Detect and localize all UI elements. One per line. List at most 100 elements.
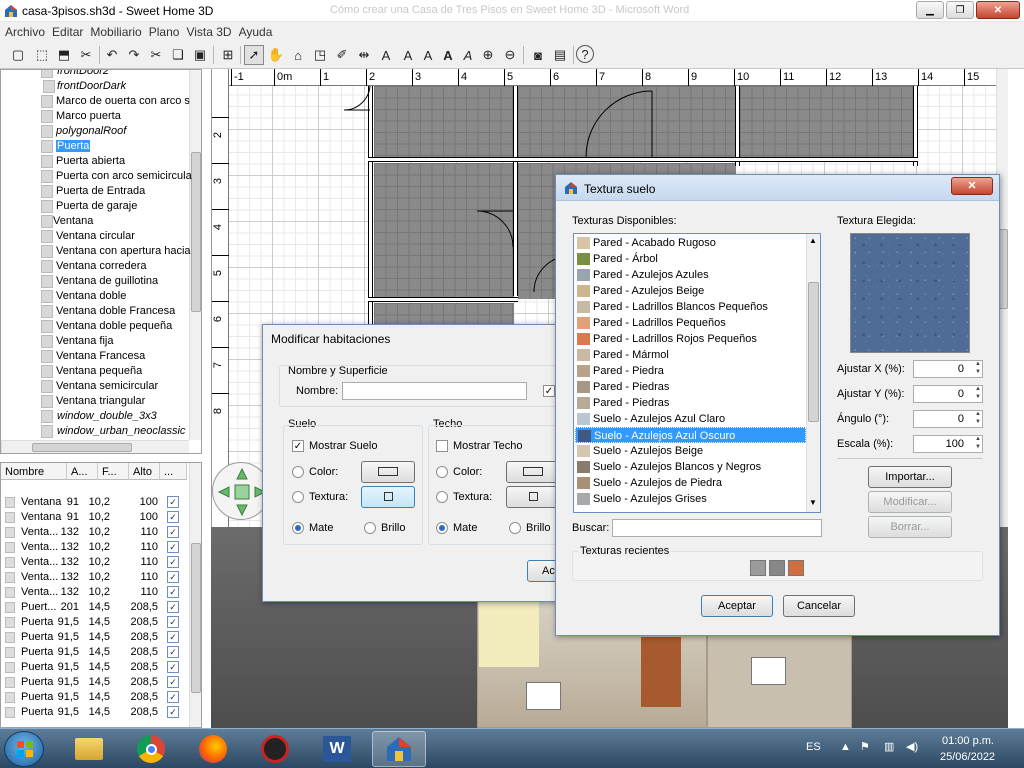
visible-checkbox[interactable]: ✓ (167, 601, 179, 613)
ceiling-texture-button[interactable] (506, 486, 560, 508)
ceiling-texture-radio[interactable] (436, 491, 448, 503)
recent-texture-swatch[interactable] (769, 560, 785, 576)
scale-spinner[interactable]: 100 (913, 435, 983, 453)
recent-texture-swatch[interactable] (788, 560, 804, 576)
texture-dialog-close-button[interactable]: ✕ (951, 177, 993, 195)
col-header-visible[interactable]: ... (160, 463, 187, 480)
catalog-item[interactable]: Ventana semicircular (1, 379, 191, 394)
cut-icon[interactable]: ✂ (76, 45, 96, 65)
table-row[interactable]: Ventana 91 10,2 100 ✓ (1, 510, 187, 525)
catalog-item[interactable]: Ventana corredera (1, 259, 191, 274)
wall[interactable] (735, 86, 740, 166)
scroll-up-icon[interactable]: ▲ (809, 236, 817, 245)
menu-ayuda[interactable]: Ayuda (236, 22, 277, 41)
new-home-icon[interactable]: ▢ (8, 45, 28, 65)
catalog-item[interactable]: Ventana doble Francesa (1, 304, 191, 319)
create-dimensions-icon[interactable]: ⇹ (354, 45, 374, 65)
texture-list-item[interactable]: Suelo - Azulejos Beige (575, 443, 806, 459)
room-name-input[interactable] (342, 382, 527, 400)
catalog-item[interactable]: Puerta de Entrada (1, 184, 191, 199)
area-visible-checkbox[interactable]: ✓ (543, 385, 555, 397)
add-text-icon[interactable]: A (376, 45, 396, 65)
paste-icon[interactable]: ▣ (190, 45, 210, 65)
network-icon[interactable]: ▥ (884, 740, 894, 753)
import-texture-button[interactable]: Importar... (868, 466, 952, 488)
texture-list-item[interactable]: Pared - Mármol (575, 347, 806, 363)
angle-spinner[interactable]: 0 (913, 410, 983, 428)
catalog-item[interactable]: window_double_3x3 (1, 409, 191, 424)
ceiling-color-radio[interactable] (436, 466, 448, 478)
visible-checkbox[interactable]: ✓ (167, 706, 179, 718)
texture-list-item[interactable]: Pared - Piedras (575, 379, 806, 395)
help-icon[interactable]: ? (576, 45, 594, 63)
catalog-item[interactable]: Marco puerta (1, 109, 191, 124)
visible-checkbox[interactable]: ✓ (167, 691, 179, 703)
table-row[interactable]: Puerta 91,5 14,5 208,5 ✓ (1, 690, 187, 705)
ceiling-matte-radio[interactable] (436, 522, 448, 534)
add-furniture-icon[interactable]: ⊞ (218, 45, 238, 65)
texture-list-item[interactable]: Pared - Ladrillos Blancos Pequeños (575, 299, 806, 315)
table-row[interactable]: Puert... 201 14,5 208,5 ✓ (1, 600, 187, 615)
wall[interactable] (513, 86, 518, 296)
create-video-icon[interactable]: ▤ (550, 45, 570, 65)
pan-mode-icon[interactable]: ✋ (266, 45, 286, 65)
table-row[interactable]: Puerta 91,5 14,5 208,5 ✓ (1, 705, 187, 720)
visible-checkbox[interactable]: ✓ (167, 526, 179, 538)
door-symbol[interactable] (342, 86, 374, 112)
menu-archivo[interactable]: Archivo (2, 22, 49, 41)
texture-list-item[interactable]: Pared - Piedra (575, 363, 806, 379)
ceiling-color-button[interactable] (506, 461, 560, 483)
table-row[interactable]: Venta... 132 10,2 110 ✓ (1, 585, 187, 600)
table-row[interactable]: Puerta 91,5 14,5 208,5 ✓ (1, 675, 187, 690)
room[interactable] (374, 86, 514, 158)
file-explorer-icon[interactable] (62, 731, 116, 767)
italic-text-icon[interactable]: A (458, 45, 478, 65)
visible-checkbox[interactable]: ✓ (167, 676, 179, 688)
create-polylines-icon[interactable]: ✐ (332, 45, 352, 65)
wall[interactable] (368, 297, 518, 302)
catalog-item[interactable]: window_urban_neoclassic (1, 424, 191, 439)
catalog-item[interactable]: Ventana doble (1, 289, 191, 304)
visible-checkbox[interactable]: ✓ (167, 556, 179, 568)
wall[interactable] (913, 86, 918, 166)
maximize-button[interactable]: ❐ (946, 1, 974, 19)
table-row[interactable]: Ventana 91 10,2 100 ✓ (1, 495, 187, 510)
menu-vista3d[interactable]: Vista 3D (183, 22, 235, 41)
adjust-x-spinner[interactable]: 0 (913, 360, 983, 378)
texture-accept-button[interactable]: Aceptar (701, 595, 773, 617)
open-icon[interactable]: ⬚ (32, 45, 52, 65)
floor-gloss-radio[interactable] (364, 522, 376, 534)
visible-checkbox[interactable]: ✓ (167, 496, 179, 508)
floor-texture-radio[interactable] (292, 491, 304, 503)
room[interactable] (740, 86, 914, 158)
show-ceiling-checkbox[interactable] (436, 440, 448, 452)
word-icon[interactable]: W (310, 731, 364, 767)
texture-list-item[interactable]: Pared - Piedras (575, 395, 806, 411)
texture-list-item[interactable]: Pared - Ladrillos Pequeños (575, 315, 806, 331)
close-button[interactable]: ✕ (976, 1, 1020, 19)
catalog-item[interactable]: Puerta abierta (1, 154, 191, 169)
col-header-width[interactable]: A... (67, 463, 98, 480)
adjust-y-spinner[interactable]: 0 (913, 385, 983, 403)
tray-expand-icon[interactable]: ▲ (840, 741, 851, 753)
door-symbol[interactable] (582, 89, 654, 159)
texture-list-item[interactable]: Pared - Árbol (575, 251, 806, 267)
texture-list-item[interactable]: Pared - Azulejos Azules (575, 267, 806, 283)
texture-list-item[interactable]: Suelo - Azulejos Azul Claro (575, 411, 806, 427)
texture-list-item[interactable]: Pared - Ladrillos Rojos Pequeños (575, 331, 806, 347)
catalog-item[interactable]: Ventana pequeña (1, 364, 191, 379)
catalog-item[interactable]: Ventana triangular (1, 394, 191, 409)
menu-mobiliario[interactable]: Mobiliario (87, 22, 145, 41)
catalog-item[interactable]: frontDoorDark (1, 79, 191, 94)
floor-texture-button[interactable] (361, 486, 415, 508)
col-header-name[interactable]: Nombre (1, 463, 67, 480)
sweet-home-taskbar-icon[interactable] (372, 731, 426, 767)
table-row[interactable]: Puerta 91,5 14,5 208,5 ✓ (1, 645, 187, 660)
menu-editar[interactable]: Editar (49, 22, 87, 41)
texture-list-item[interactable]: Pared - Azulejos Beige (575, 283, 806, 299)
texture-list-item[interactable]: Pared - Acabado Rugoso (575, 235, 806, 251)
floor-color-radio[interactable] (292, 466, 304, 478)
table-row[interactable]: Puerta 91,5 14,5 208,5 ✓ (1, 660, 187, 675)
cut-tool-icon[interactable]: ✂ (146, 45, 166, 65)
floor-color-button[interactable] (361, 461, 415, 483)
